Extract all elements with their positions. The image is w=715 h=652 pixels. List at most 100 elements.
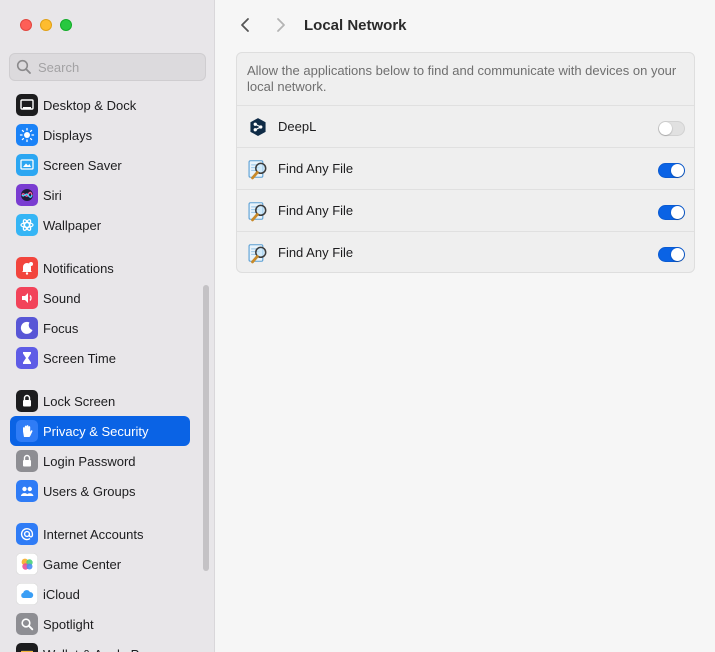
close-window-button[interactable] (20, 19, 32, 31)
sidebar-item-screen-saver[interactable]: Screen Saver (10, 150, 190, 180)
sidebar-item-icon (16, 257, 38, 279)
sidebar-item-wallpaper[interactable]: Wallpaper (10, 210, 190, 240)
app-name: DeepL (278, 119, 317, 134)
sidebar-item-icon (16, 450, 38, 472)
sidebar-item-screen-time[interactable]: Screen Time (10, 343, 190, 373)
local-network-access-toggle[interactable] (658, 247, 685, 262)
sidebar-item-sound[interactable]: Sound (10, 283, 190, 313)
sidebar-item-icon (16, 347, 38, 369)
sidebar-item-icon (16, 214, 38, 236)
sidebar-item-displays[interactable]: Displays (10, 120, 190, 150)
sidebar-item-icon (16, 523, 38, 545)
app-icon (247, 116, 269, 138)
deepl-icon (250, 118, 266, 136)
sidebar-item-label: Game Center (43, 556, 122, 572)
sidebar-item-icon (16, 184, 38, 206)
forward-button[interactable] (270, 14, 292, 36)
toggle-knob (659, 122, 672, 135)
sidebar-item-spotlight[interactable]: Spotlight (10, 609, 190, 639)
sidebar-item-icon (16, 94, 38, 116)
sidebar-item-label: Lock Screen (43, 393, 116, 409)
sidebar-item-icon (16, 553, 38, 575)
toggle-knob (671, 164, 684, 177)
wallet-icon (21, 650, 33, 652)
sidebar-item-icon (16, 317, 38, 339)
toolbar: Local Network (216, 0, 715, 52)
sidebar-item-label: Wallpaper (43, 217, 102, 233)
sidebar-item-wallet-apple-pay[interactable]: Wallet & Apple Pay (10, 639, 190, 652)
toggle-knob (671, 248, 684, 261)
siri-icon (21, 189, 33, 201)
lock-icon (23, 454, 31, 467)
privacy-hand-icon (23, 425, 33, 437)
app-icon (247, 158, 269, 180)
system-settings-window: Desktop & Dock Displays Screen Saver Siri Wa… (0, 0, 715, 652)
sidebar-item-desktop-dock[interactable]: Desktop & Dock (10, 90, 190, 120)
desktop-dock-icon (20, 99, 34, 110)
notifications-icon (22, 262, 33, 275)
app-row: DeepL (237, 105, 694, 147)
page-title: Local Network (304, 17, 407, 34)
sidebar-item-lock-screen[interactable]: Lock Screen (10, 386, 190, 416)
sidebar-item-label: Sound (43, 290, 81, 306)
sidebar-scrollbar[interactable] (203, 285, 209, 571)
sidebar-item-label: Focus (43, 320, 79, 336)
sidebar-item-label: Privacy & Security (43, 423, 149, 439)
sidebar-item-icon (16, 583, 38, 605)
zoom-window-button[interactable] (60, 19, 72, 31)
local-network-access-toggle[interactable] (658, 205, 685, 220)
back-button[interactable] (234, 14, 256, 36)
sidebar-item-users-groups[interactable]: Users & Groups (10, 476, 190, 506)
sidebar-item-internet-accounts[interactable]: Internet Accounts (10, 519, 190, 549)
sidebar-item-login-password[interactable]: Login Password (10, 446, 190, 476)
sidebar-item-game-center[interactable]: Game Center (10, 549, 190, 579)
sidebar-item-label: Notifications (43, 260, 114, 276)
panel-description: Allow the applications below to find and… (247, 63, 677, 94)
screen-saver-icon (20, 159, 34, 170)
chevron-left-icon (241, 18, 249, 32)
app-name: Find Any File (278, 161, 354, 176)
at-icon (20, 528, 34, 541)
sidebar-item-icon (16, 287, 38, 309)
sidebar-item-siri[interactable]: Siri (10, 180, 190, 210)
sidebar-item-label: Users & Groups (43, 483, 136, 499)
app-icon (247, 242, 269, 264)
sidebar-item-focus[interactable]: Focus (10, 313, 190, 343)
lock-screen-icon (23, 394, 31, 407)
sidebar-item-icon (16, 480, 38, 502)
sidebar-item-icon (16, 390, 38, 412)
app-row: Find Any File (237, 147, 694, 189)
app-row: Find Any File (237, 231, 694, 272)
app-name: Find Any File (278, 245, 354, 260)
sidebar-item-label: Internet Accounts (43, 526, 144, 542)
sidebar-item-icon (16, 643, 38, 652)
wallpaper-icon (20, 219, 34, 231)
sidebar-item-label: Siri (43, 187, 62, 203)
displays-icon (19, 127, 35, 143)
local-network-access-toggle[interactable] (658, 163, 685, 178)
sound-icon (22, 293, 32, 303)
sidebar-item-icloud[interactable]: iCloud (10, 579, 190, 609)
sidebar-item-label: Login Password (43, 453, 136, 469)
search-input[interactable] (38, 59, 198, 75)
sidebar-item-notifications[interactable]: Notifications (10, 253, 190, 283)
local-network-access-toggle[interactable] (658, 121, 685, 136)
find-any-file-icon (248, 202, 267, 222)
sidebar-item-label: iCloud (43, 586, 80, 602)
content-pane: Local Network Allow the applications bel… (216, 0, 715, 652)
sidebar-item-label: Spotlight (43, 616, 94, 632)
minimize-window-button[interactable] (40, 19, 52, 31)
icloud-icon (21, 590, 34, 598)
sidebar-item-label: Desktop & Dock (43, 97, 137, 113)
find-any-file-icon (248, 244, 267, 264)
game-center-icon (21, 558, 33, 570)
chevron-right-icon (277, 18, 285, 32)
local-network-panel: Allow the applications below to find and… (236, 52, 695, 273)
find-any-file-icon (248, 160, 267, 180)
app-icon (247, 200, 269, 222)
search-field[interactable] (9, 53, 206, 81)
sidebar-item-privacy-security[interactable]: Privacy & Security (10, 416, 190, 446)
sidebar-item-label: Screen Time (43, 350, 116, 366)
spotlight-icon (21, 618, 34, 631)
sidebar-item-icon (16, 124, 38, 146)
